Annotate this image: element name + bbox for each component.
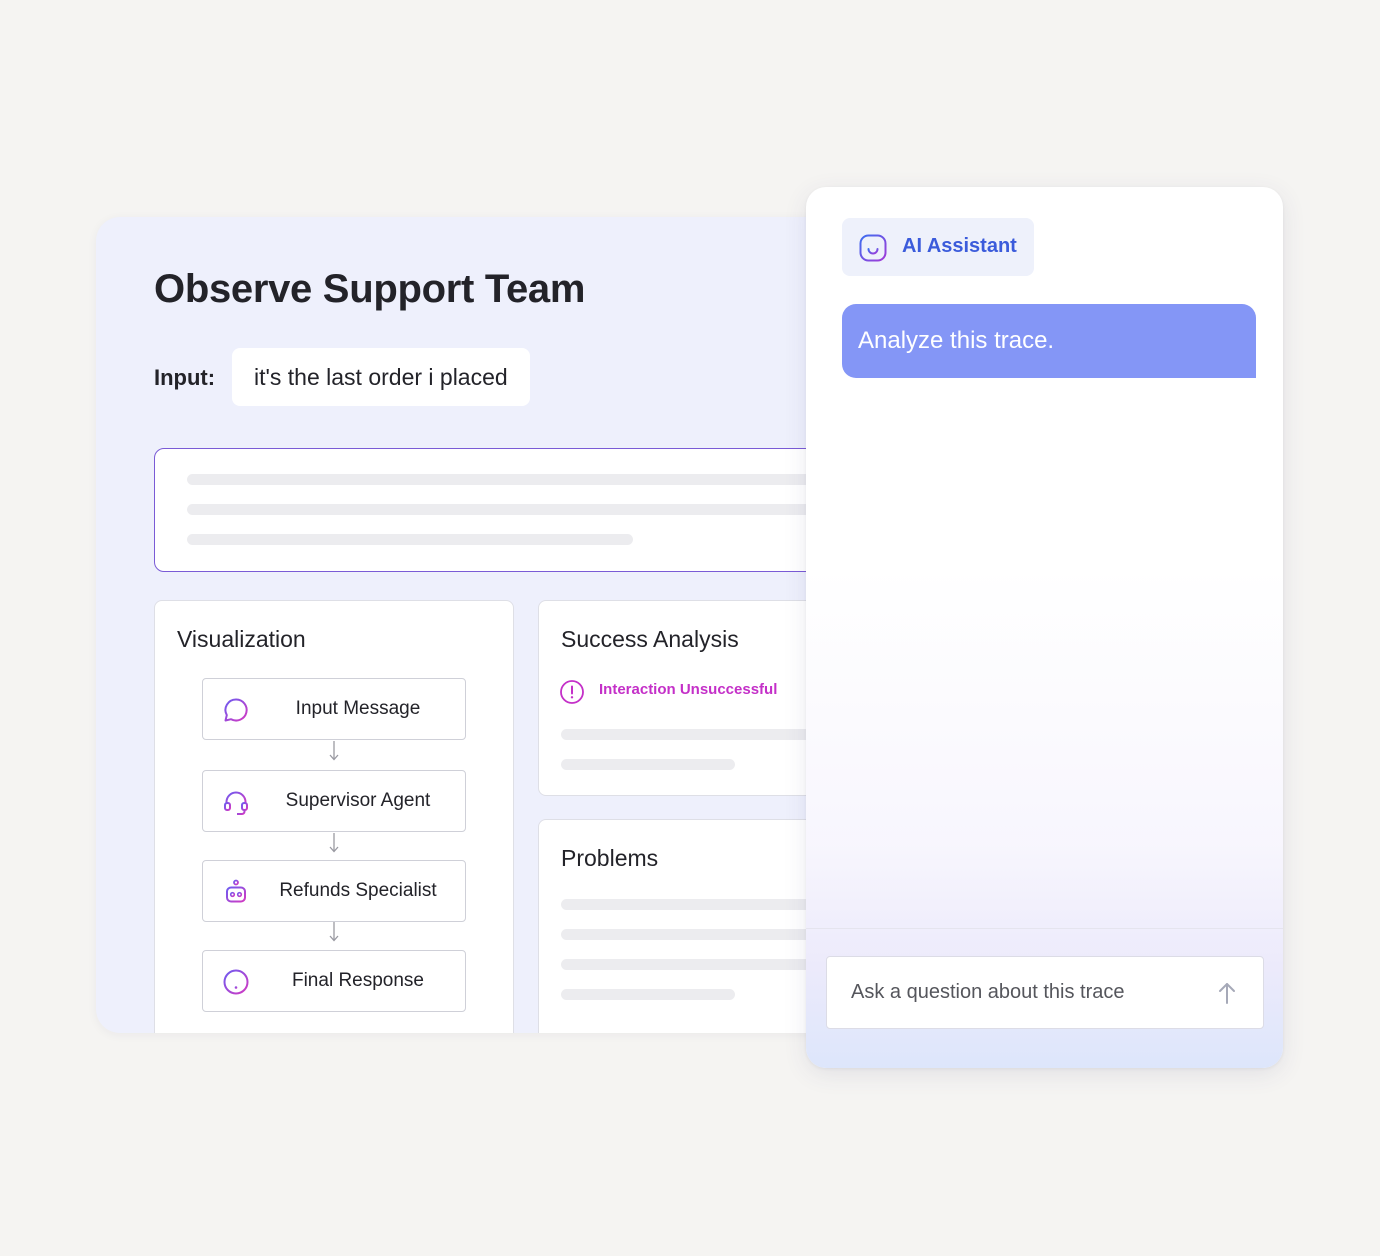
- page-title: Observe Support Team: [154, 267, 586, 311]
- ai-assistant-badge: AI Assistant: [842, 218, 1034, 276]
- visualization-card: Visualization Input Message Supervisor A…: [154, 600, 514, 1033]
- flow-node-final-response[interactable]: Final Response: [202, 950, 466, 1012]
- ai-assistant-label: AI Assistant: [902, 235, 1017, 257]
- skeleton-line: [561, 759, 735, 770]
- stage: Observe Support Team Input: it's the las…: [0, 0, 1380, 1256]
- robot-icon: [223, 879, 249, 903]
- skeleton-line: [187, 534, 633, 545]
- arrow-down-icon: [327, 740, 341, 762]
- skeleton-line: [187, 504, 856, 515]
- arrow-up-icon[interactable]: [1213, 979, 1241, 1007]
- trace-panel: Observe Support Team Input: it's the las…: [96, 217, 856, 1033]
- divider: [806, 928, 1283, 929]
- message-icon: [224, 698, 248, 722]
- flow-node-label: Supervisor Agent: [285, 790, 431, 811]
- alert-circle-icon: [560, 680, 584, 704]
- flow-node-supervisor-agent[interactable]: Supervisor Agent: [202, 770, 466, 832]
- flow-node-input-message[interactable]: Input Message: [202, 678, 466, 740]
- assistant-face-icon: [859, 234, 887, 262]
- alert-circle-icon: [223, 969, 249, 995]
- flow-node-refunds-specialist[interactable]: Refunds Specialist: [202, 860, 466, 922]
- input-value: it's the last order i placed: [232, 348, 530, 406]
- arrow-down-icon: [327, 921, 341, 943]
- trace-summary-box: [154, 448, 856, 572]
- flow-node-label: Input Message: [295, 698, 421, 719]
- user-message-bubble: Analyze this trace.: [842, 304, 1256, 378]
- skeleton-line: [187, 474, 856, 485]
- arrow-down-icon: [327, 832, 341, 854]
- success-analysis-title: Success Analysis: [561, 626, 739, 652]
- question-input[interactable]: [827, 957, 1197, 1028]
- input-label: Input:: [154, 365, 216, 390]
- skeleton-line: [561, 989, 735, 1000]
- status-badge: Interaction Unsuccessful: [599, 681, 778, 698]
- problems-title: Problems: [561, 845, 659, 871]
- flow-node-label: Refunds Specialist: [279, 880, 437, 901]
- ai-assistant-panel: AI Assistant Analyze this trace.: [806, 187, 1283, 1068]
- headset-icon: [224, 791, 248, 815]
- chat-composer: [826, 956, 1264, 1029]
- visualization-title: Visualization: [177, 626, 306, 652]
- flow-node-label: Final Response: [291, 970, 425, 991]
